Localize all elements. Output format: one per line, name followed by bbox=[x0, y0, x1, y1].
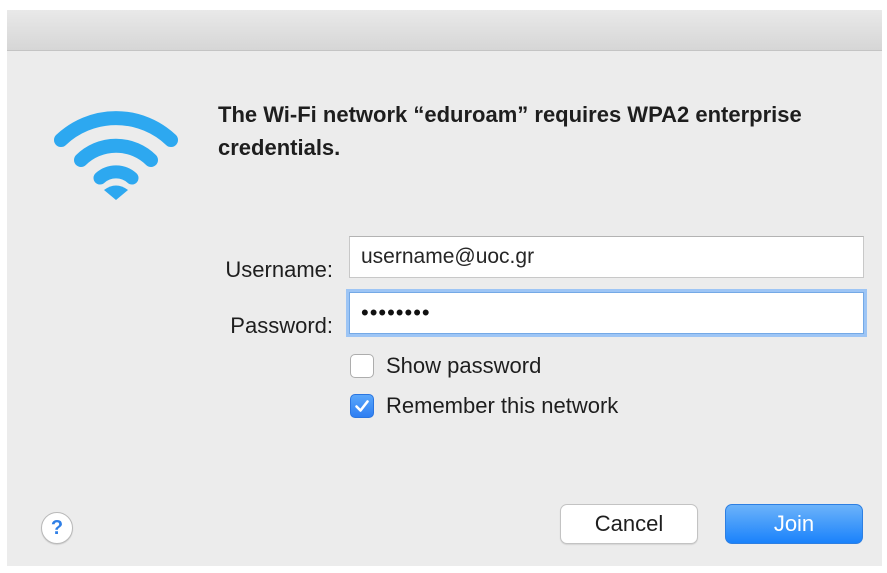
show-password-checkbox[interactable] bbox=[350, 354, 374, 378]
password-label: Password: bbox=[230, 313, 333, 338]
help-button[interactable]: ? bbox=[41, 512, 73, 544]
remember-network-label[interactable]: Remember this network bbox=[386, 392, 618, 420]
screen: The Wi-Fi network “eduroam” requires WPA… bbox=[0, 0, 887, 573]
wifi-icon bbox=[53, 102, 179, 202]
dialog-titlebar bbox=[7, 10, 882, 51]
show-password-label[interactable]: Show password bbox=[386, 352, 541, 380]
username-label: Username: bbox=[225, 257, 333, 282]
remember-network-option[interactable]: Remember this network bbox=[350, 392, 618, 420]
wifi-credentials-dialog: The Wi-Fi network “eduroam” requires WPA… bbox=[7, 10, 882, 566]
dialog-message: The Wi-Fi network “eduroam” requires WPA… bbox=[218, 102, 802, 160]
cancel-button[interactable]: Cancel bbox=[560, 504, 698, 544]
username-field[interactable] bbox=[349, 236, 864, 278]
join-button[interactable]: Join bbox=[725, 504, 863, 544]
checkmark-icon bbox=[355, 400, 369, 412]
show-password-option[interactable]: Show password bbox=[350, 352, 541, 380]
password-field[interactable] bbox=[349, 292, 864, 334]
remember-network-checkbox[interactable] bbox=[350, 394, 374, 418]
